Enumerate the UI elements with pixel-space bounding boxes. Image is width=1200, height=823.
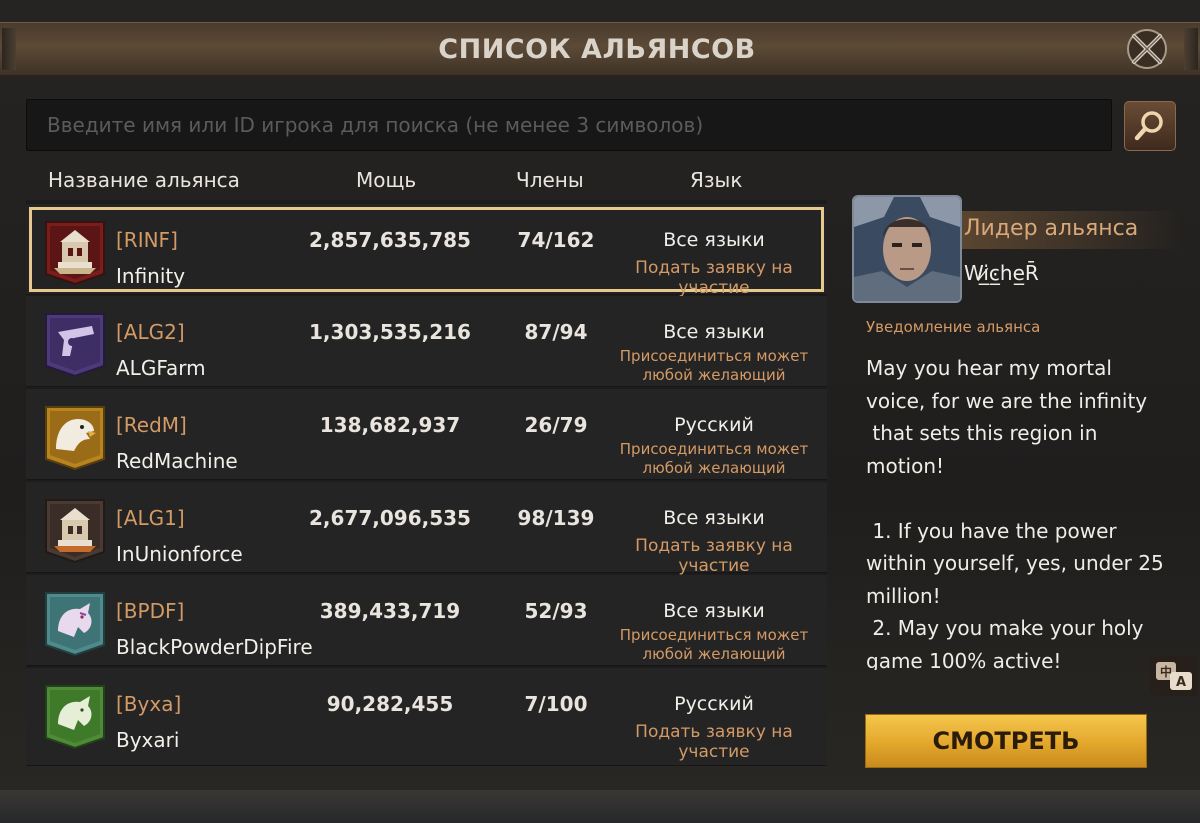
svg-text:A: A: [1176, 675, 1186, 690]
column-header-language: Язык: [690, 168, 743, 192]
alliance-name: ALGFarm: [116, 356, 206, 380]
alliance-language: Все языки: [663, 229, 765, 251]
alliance-row[interactable]: [ALG2] ALGFarm 1,303,535,216 87/94 Все я…: [26, 296, 827, 387]
view-button[interactable]: СМОТРЕТЬ: [865, 714, 1147, 768]
alliance-join-status: Присоединиться может любой желающий: [619, 626, 809, 663]
alliance-name: Byxari: [116, 728, 180, 752]
alliance-language: Русский: [674, 693, 754, 715]
alliance-row[interactable]: [Byxa] Byxari 90,282,455 7/100 Русский П…: [26, 668, 827, 766]
alliance-name: Infinity: [116, 264, 186, 288]
alliance-language: Все языки: [663, 321, 765, 343]
alliance-tag: [ALG1]: [116, 506, 185, 530]
notice-title: Уведомление альянса: [866, 318, 1041, 336]
translate-button[interactable]: 中 A: [1150, 656, 1198, 696]
alliance-language: Все языки: [663, 600, 765, 622]
castle-emblem-icon: [44, 220, 106, 286]
alliance-tag: [RINF]: [116, 228, 178, 252]
dragon-emblem-icon: [44, 684, 106, 750]
alliance-language: Русский: [674, 414, 754, 436]
leader-avatar[interactable]: [852, 195, 962, 303]
notice-text: May you hear my mortal voice, for we are…: [866, 356, 1164, 670]
alliance-join-status: Подать заявку на участие: [635, 536, 793, 576]
leader-label: Лидер альянса: [964, 216, 1139, 241]
alliance-row[interactable]: [RINF] Infinity 2,857,635,785 74/162 Все…: [26, 204, 827, 298]
alliance-power: 389,433,719: [319, 599, 461, 623]
alliance-members: 52/93: [524, 599, 588, 623]
alliance-name: RedMachine: [116, 449, 238, 473]
leader-portrait-icon: [854, 197, 960, 301]
window-title: СПИСОК АЛЬЯНСОВ: [438, 34, 756, 65]
alliance-join-status: Присоединиться может любой желающий: [619, 347, 809, 384]
alliance-members: 87/94: [524, 320, 588, 344]
pistol-emblem-icon: [44, 312, 106, 378]
alliance-language: Все языки: [663, 507, 765, 529]
alliance-power: 2,857,635,785: [309, 228, 471, 252]
alliance-members: 26/79: [524, 413, 588, 437]
dragon-emblem-icon: [44, 591, 106, 657]
alliance-tag: [RedM]: [116, 413, 187, 437]
alliance-tag: [Byxa]: [116, 692, 182, 716]
leader-name: Wi̷̲ͼ̲he̲R̄: [964, 261, 1039, 285]
alliance-power: 1,303,535,216: [309, 320, 471, 344]
alliance-power: 138,682,937: [319, 413, 461, 437]
alliance-join-status: Присоединиться может любой желающий: [619, 440, 809, 477]
alliance-row[interactable]: [RedM] RedMachine 138,682,937 26/79 Русс…: [26, 389, 827, 480]
alliance-name: BlackPowderDipFire: [116, 635, 313, 659]
bottom-strip: [0, 790, 1200, 823]
alliance-members: 7/100: [524, 692, 588, 716]
alliance-tag: [ALG2]: [116, 320, 185, 344]
alliance-list: [RINF] Infinity 2,857,635,785 74/162 Все…: [26, 200, 827, 766]
alliance-join-status: Подать заявку на участие: [635, 258, 793, 298]
alliance-power: 2,677,096,535: [309, 506, 471, 530]
search-icon: [1134, 111, 1163, 141]
search-box: [26, 99, 1112, 151]
search-input[interactable]: [27, 100, 1111, 150]
alliance-power: 90,282,455: [326, 692, 454, 716]
column-header-members: Члены: [516, 168, 584, 192]
alliance-list-window: СПИСОК АЛЬЯНСОВ Название альянса Мощь Чл…: [0, 0, 1200, 823]
alliance-members: 98/139: [517, 506, 595, 530]
close-button[interactable]: [1122, 24, 1172, 74]
alliance-tag: [BPDF]: [116, 599, 185, 623]
alliance-join-status: Подать заявку на участие: [635, 722, 793, 762]
alliance-row[interactable]: [ALG1] InUnionforce 2,677,096,535 98/139…: [26, 482, 827, 576]
close-icon: [1127, 29, 1167, 69]
eagle-emblem-icon: [44, 405, 106, 471]
search-button[interactable]: [1124, 101, 1176, 151]
alliance-row[interactable]: [BPDF] BlackPowderDipFire 389,433,719 52…: [26, 575, 827, 666]
column-header-name: Название альянса: [48, 168, 240, 192]
alliance-name: InUnionforce: [116, 542, 243, 566]
castle-emblem-icon: [44, 498, 106, 564]
alliance-members: 74/162: [517, 228, 595, 252]
translate-icon: 中 A: [1156, 662, 1192, 690]
column-header-power: Мощь: [356, 168, 417, 192]
